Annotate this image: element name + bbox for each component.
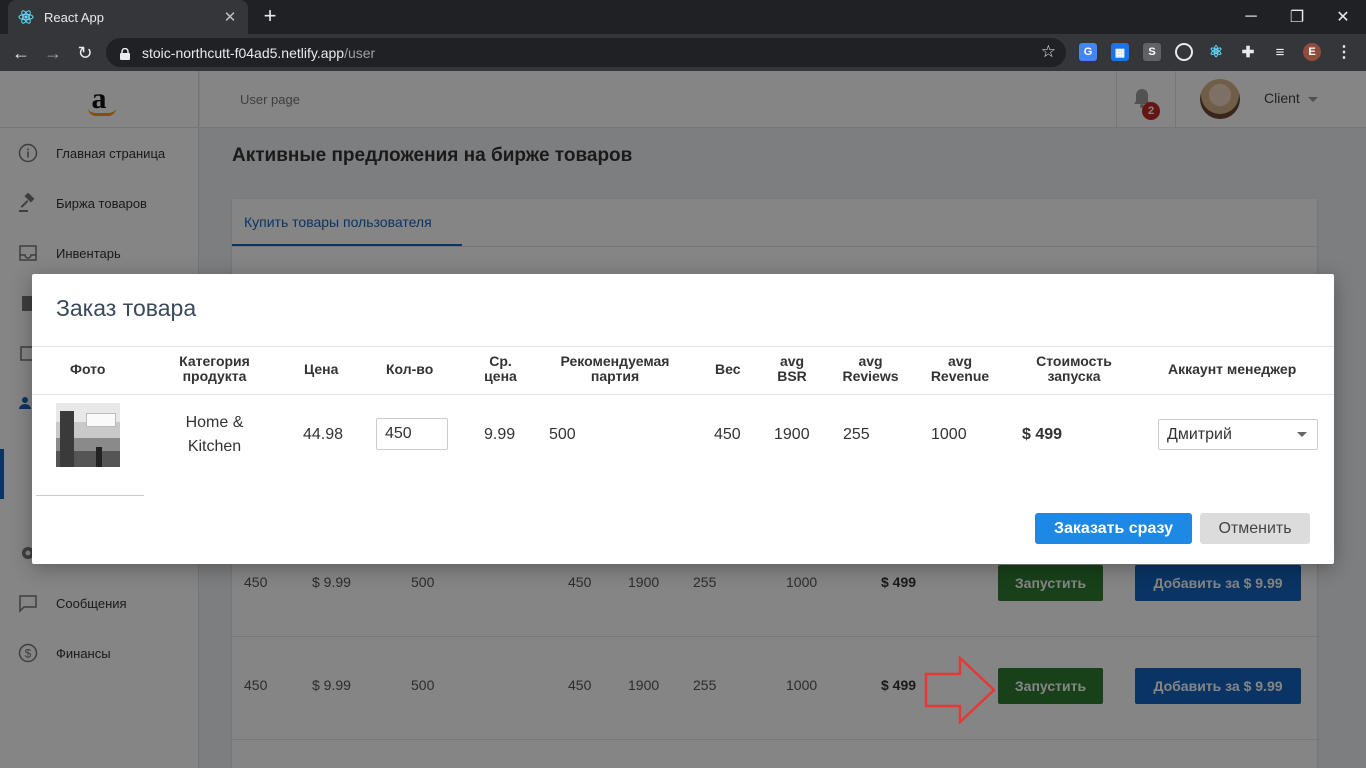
col-header-manager: Аккаунт менеджер (1168, 361, 1297, 377)
col-header-category: Категория продукта (179, 353, 250, 384)
browser-toolbar: ← → ↻ stoic-northcutt-f04ad5.netlify.app… (0, 34, 1366, 71)
new-tab-icon[interactable]: + (258, 4, 282, 28)
col-header-cost: Стоимость запуска (1036, 353, 1112, 384)
close-icon[interactable]: ✕ (222, 8, 238, 26)
chevron-down-icon (1297, 432, 1307, 437)
target-extension-icon[interactable] (1175, 43, 1193, 61)
col-header-bsr: avg BSR (777, 353, 807, 384)
profile-avatar[interactable]: E (1303, 43, 1321, 61)
col-header-photo: Фото (70, 361, 106, 377)
batch-cell: 500 (549, 426, 576, 443)
col-header-batch: Рекомендуемая партия (560, 353, 670, 384)
translate-extension-icon[interactable]: G (1079, 43, 1097, 61)
reload-icon[interactable]: ↻ (72, 40, 98, 66)
puzzle-extensions-icon[interactable]: ✚ (1239, 43, 1257, 61)
weight-cell: 450 (714, 426, 741, 443)
lock-icon (120, 47, 130, 60)
reviews-cell: 255 (843, 426, 870, 443)
back-icon[interactable]: ← (8, 40, 34, 66)
forward-icon[interactable]: → (40, 40, 66, 66)
manager-select[interactable]: Дмитрий (1158, 419, 1318, 450)
address-bar[interactable]: stoic-northcutt-f04ad5.netlify.app/user … (106, 38, 1066, 67)
category-cell: Home & Kitchen (185, 414, 244, 455)
col-header-avg-price: Ср. цена (484, 353, 517, 384)
col-header-qty: Кол-во (386, 361, 434, 377)
media-control-icon[interactable]: ≡ (1271, 43, 1289, 61)
revenue-cell: 1000 (931, 426, 967, 443)
window-close-icon[interactable]: ✕ (1320, 0, 1366, 34)
order-modal: Заказ товара Фото Категория продукта Цена… (32, 274, 1334, 564)
restore-icon[interactable]: ❐ (1274, 0, 1320, 34)
quantity-input[interactable]: 450 (376, 418, 448, 450)
minimize-icon[interactable]: ─ (1228, 0, 1274, 34)
col-header-revenue: avg Revenue (930, 353, 990, 384)
menu-kebab-icon[interactable]: ⋮ (1335, 43, 1353, 61)
react-devtools-icon[interactable]: ⚛ (1207, 43, 1225, 61)
calendar-extension-icon[interactable]: ▦ (1111, 43, 1129, 61)
url-text: stoic-northcutt-f04ad5.netlify.app/user (142, 44, 376, 61)
arrow-annotation-icon (924, 656, 996, 724)
avg-price-cell: 9.99 (484, 426, 516, 443)
order-now-button[interactable]: Заказать сразу (1035, 513, 1192, 544)
react-icon (18, 9, 34, 25)
price-cell: 44.98 (303, 426, 344, 443)
bookmark-star-icon[interactable]: ☆ (1041, 42, 1056, 62)
browser-tab[interactable]: React App ✕ (8, 0, 248, 34)
col-header-reviews: avg Reviews (842, 353, 899, 384)
col-header-weight: Вес (715, 361, 741, 377)
launch-cost-cell: $ 499 (1022, 426, 1063, 443)
modal-title: Заказ товара (56, 295, 197, 321)
col-header-price: Цена (304, 361, 339, 377)
browser-tabbar: React App ✕ + ─ ❐ ✕ (0, 0, 1366, 34)
s-extension-icon[interactable]: S (1143, 43, 1161, 61)
cancel-button[interactable]: Отменить (1200, 513, 1310, 544)
product-photo (56, 403, 120, 467)
bsr-cell: 1900 (774, 426, 810, 443)
tab-title: React App (44, 9, 104, 25)
